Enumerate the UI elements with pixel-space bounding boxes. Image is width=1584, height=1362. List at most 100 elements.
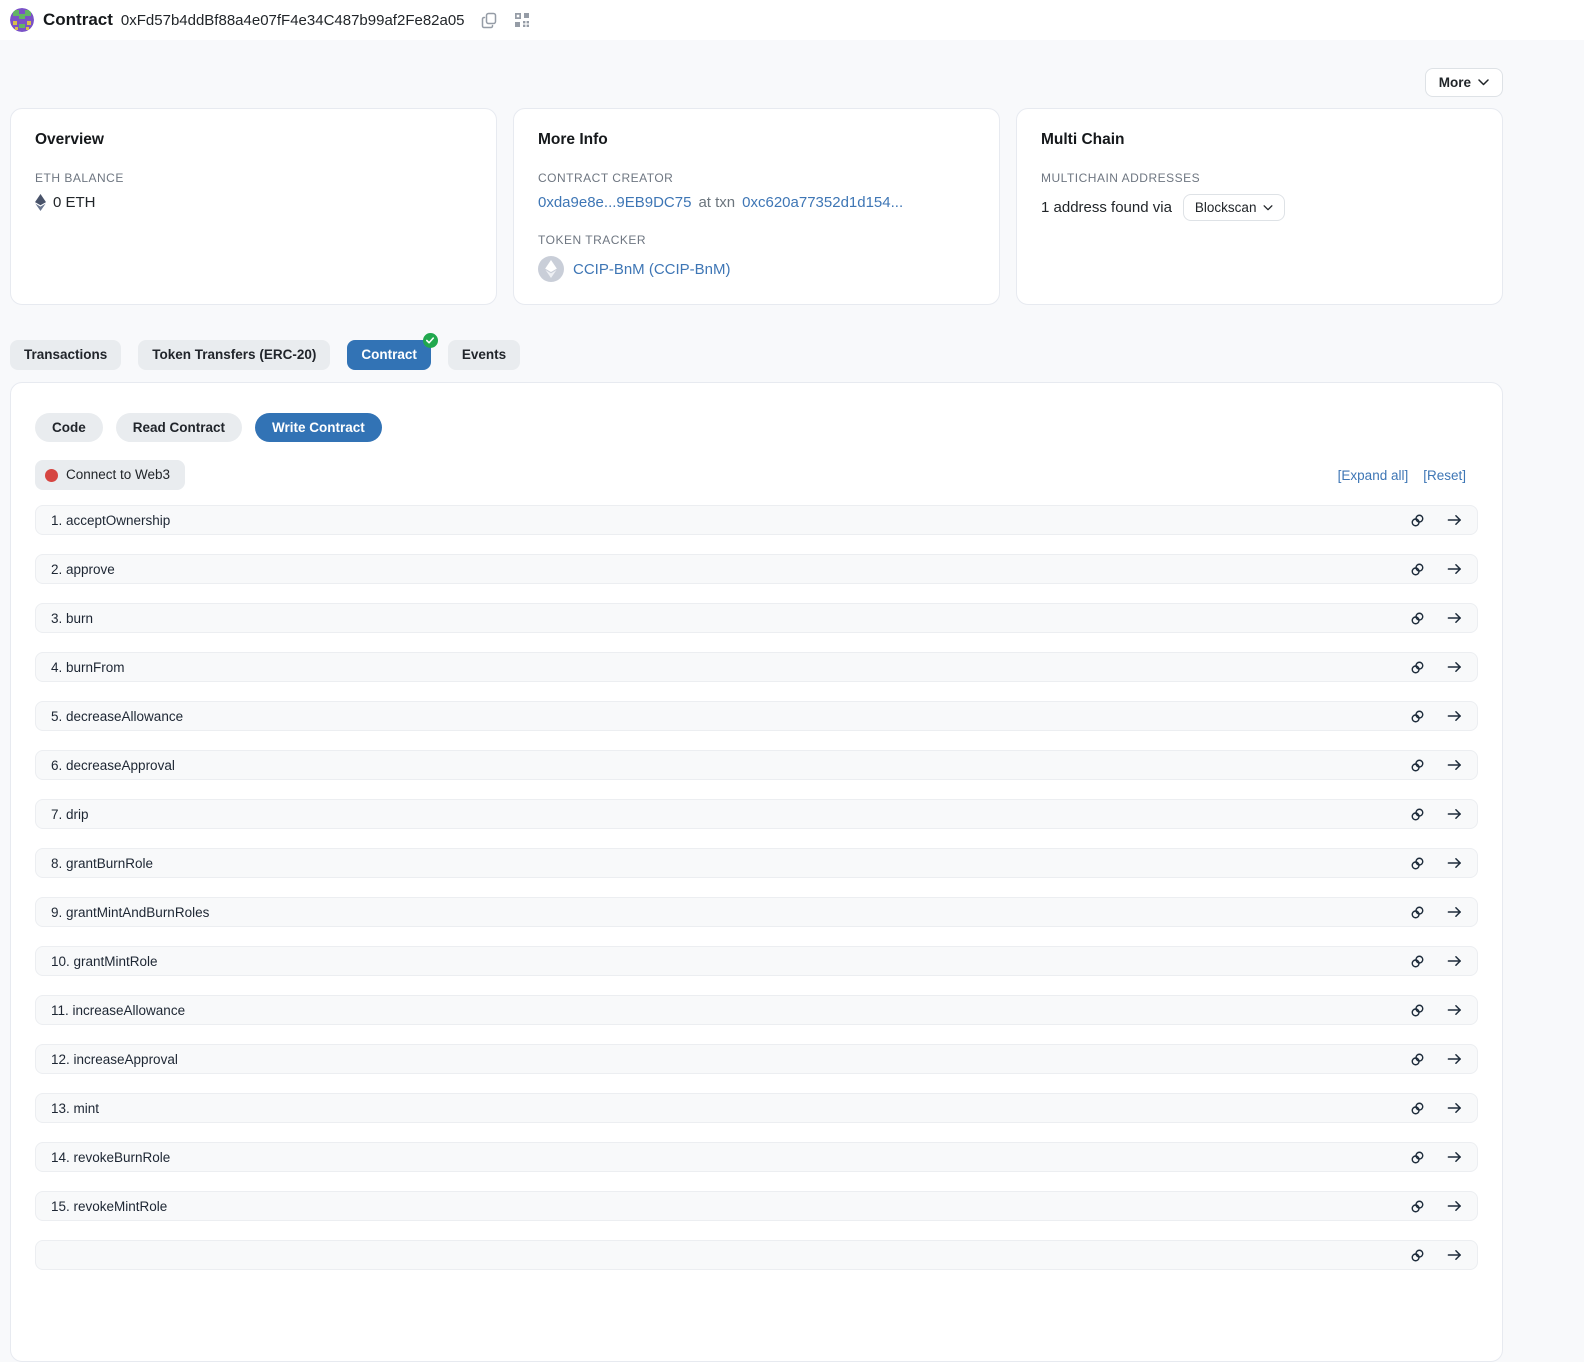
main-tabs: Transactions Token Transfers (ERC-20) Co… bbox=[10, 340, 1503, 370]
method-row[interactable]: 1. acceptOwnership bbox=[35, 505, 1478, 535]
method-row[interactable]: 13. mint bbox=[35, 1093, 1478, 1123]
page-title: Contract bbox=[43, 10, 113, 30]
contract-subtabs: Code Read Contract Write Contract bbox=[35, 413, 1478, 443]
method-expand-arrow-icon[interactable] bbox=[1447, 513, 1462, 527]
more-button[interactable]: More bbox=[1425, 68, 1503, 97]
subtab-code[interactable]: Code bbox=[35, 413, 103, 443]
reset-link[interactable]: [Reset] bbox=[1423, 468, 1466, 483]
method-permalink-icon[interactable] bbox=[1410, 660, 1425, 675]
method-row[interactable]: 8. grantBurnRole bbox=[35, 848, 1478, 878]
method-expand-arrow-icon[interactable] bbox=[1447, 562, 1462, 576]
method-expand-arrow-icon[interactable] bbox=[1447, 660, 1462, 674]
method-permalink-icon[interactable] bbox=[1410, 1150, 1425, 1165]
token-logo-icon bbox=[538, 256, 564, 282]
method-permalink-icon[interactable] bbox=[1410, 1101, 1425, 1116]
method-expand-arrow-icon[interactable] bbox=[1447, 954, 1462, 968]
creator-connector-text: at txn bbox=[698, 194, 735, 211]
method-row[interactable]: 9. grantMintAndBurnRoles bbox=[35, 897, 1478, 927]
expand-all-link[interactable]: [Expand all] bbox=[1338, 468, 1409, 483]
method-expand-arrow-icon[interactable] bbox=[1447, 1248, 1462, 1262]
method-name: 8. grantBurnRole bbox=[51, 856, 1410, 871]
eth-balance-label: ETH BALANCE bbox=[35, 171, 472, 185]
method-row-partial[interactable] bbox=[35, 1240, 1478, 1270]
method-row[interactable]: 2. approve bbox=[35, 554, 1478, 584]
token-tracker-link[interactable]: CCIP-BnM (CCIP-BnM) bbox=[573, 261, 731, 278]
method-expand-arrow-icon[interactable] bbox=[1447, 709, 1462, 723]
method-permalink-icon[interactable] bbox=[1410, 954, 1425, 969]
method-expand-arrow-icon[interactable] bbox=[1447, 807, 1462, 821]
method-expand-arrow-icon[interactable] bbox=[1447, 758, 1462, 772]
method-row[interactable]: 4. burnFrom bbox=[35, 652, 1478, 682]
method-expand-arrow-icon[interactable] bbox=[1447, 1003, 1462, 1017]
creator-address-link[interactable]: 0xda9e8e...9EB9DC75 bbox=[538, 194, 691, 211]
method-permalink-icon[interactable] bbox=[1410, 1052, 1425, 1067]
contract-panel: Code Read Contract Write Contract Connec… bbox=[10, 382, 1503, 1362]
copy-address-icon[interactable] bbox=[481, 12, 498, 29]
method-name: 12. increaseApproval bbox=[51, 1052, 1410, 1067]
method-row[interactable]: 11. increaseAllowance bbox=[35, 995, 1478, 1025]
method-expand-arrow-icon[interactable] bbox=[1447, 905, 1462, 919]
multichain-card: Multi Chain MULTICHAIN ADDRESSES 1 addre… bbox=[1016, 108, 1503, 305]
connect-to-web3-button[interactable]: Connect to Web3 bbox=[35, 460, 185, 490]
tab-events[interactable]: Events bbox=[448, 340, 520, 370]
eth-balance-value: 0 ETH bbox=[53, 194, 96, 211]
contract-creator-label: CONTRACT CREATOR bbox=[538, 171, 975, 185]
more-button-label: More bbox=[1439, 75, 1471, 90]
method-name: 15. revokeMintRole bbox=[51, 1199, 1410, 1214]
tab-transactions[interactable]: Transactions bbox=[10, 340, 121, 370]
connect-to-web3-label: Connect to Web3 bbox=[66, 467, 170, 483]
tab-token-transfers[interactable]: Token Transfers (ERC-20) bbox=[138, 340, 330, 370]
contract-address: 0xFd57b4ddBf88a4e07fF4e34C487b99af2Fe82a… bbox=[121, 12, 465, 29]
method-permalink-icon[interactable] bbox=[1410, 1003, 1425, 1018]
tab-contract[interactable]: Contract bbox=[347, 340, 431, 370]
method-permalink-icon[interactable] bbox=[1410, 1199, 1425, 1214]
method-row[interactable]: 3. burn bbox=[35, 603, 1478, 633]
method-row[interactable]: 12. increaseApproval bbox=[35, 1044, 1478, 1074]
qr-code-icon[interactable] bbox=[514, 12, 530, 28]
more-info-card-title: More Info bbox=[538, 131, 975, 149]
contract-blockie-avatar bbox=[10, 8, 34, 32]
method-name: 14. revokeBurnRole bbox=[51, 1150, 1410, 1165]
method-permalink-icon[interactable] bbox=[1410, 905, 1425, 920]
method-permalink-icon[interactable] bbox=[1410, 709, 1425, 724]
write-methods-list: 1. acceptOwnership 2. approve 3. burn bbox=[35, 505, 1478, 1270]
method-expand-arrow-icon[interactable] bbox=[1447, 1199, 1462, 1213]
method-expand-arrow-icon[interactable] bbox=[1447, 1101, 1462, 1115]
method-expand-arrow-icon[interactable] bbox=[1447, 1052, 1462, 1066]
method-row[interactable]: 15. revokeMintRole bbox=[35, 1191, 1478, 1221]
method-name: 3. burn bbox=[51, 611, 1410, 626]
method-row[interactable]: 7. drip bbox=[35, 799, 1478, 829]
method-permalink-icon[interactable] bbox=[1410, 611, 1425, 626]
method-row[interactable]: 6. decreaseApproval bbox=[35, 750, 1478, 780]
method-row[interactable]: 10. grantMintRole bbox=[35, 946, 1478, 976]
creator-txn-link[interactable]: 0xc620a77352d1d154... bbox=[742, 194, 903, 211]
blockscan-dropdown-label: Blockscan bbox=[1195, 200, 1257, 215]
method-permalink-icon[interactable] bbox=[1410, 856, 1425, 871]
method-permalink-icon[interactable] bbox=[1410, 1248, 1425, 1263]
method-expand-arrow-icon[interactable] bbox=[1447, 611, 1462, 625]
method-expand-arrow-icon[interactable] bbox=[1447, 856, 1462, 870]
subtab-read-contract[interactable]: Read Contract bbox=[116, 413, 242, 443]
blockscan-dropdown[interactable]: Blockscan bbox=[1183, 194, 1286, 221]
method-permalink-icon[interactable] bbox=[1410, 807, 1425, 822]
method-name: 6. decreaseApproval bbox=[51, 758, 1410, 773]
multichain-card-title: Multi Chain bbox=[1041, 131, 1478, 149]
method-name: 9. grantMintAndBurnRoles bbox=[51, 905, 1410, 920]
method-expand-arrow-icon[interactable] bbox=[1447, 1150, 1462, 1164]
token-tracker-label: TOKEN TRACKER bbox=[538, 233, 975, 247]
ethereum-icon bbox=[35, 194, 46, 211]
method-permalink-icon[interactable] bbox=[1410, 562, 1425, 577]
multichain-found-text: 1 address found via bbox=[1041, 199, 1172, 216]
method-permalink-icon[interactable] bbox=[1410, 513, 1425, 528]
more-info-card: More Info CONTRACT CREATOR 0xda9e8e...9E… bbox=[513, 108, 1000, 305]
chevron-down-icon bbox=[1478, 79, 1489, 86]
topbar: Contract 0xFd57b4ddBf88a4e07fF4e34C487b9… bbox=[0, 0, 1584, 40]
method-row[interactable]: 14. revokeBurnRole bbox=[35, 1142, 1478, 1172]
method-permalink-icon[interactable] bbox=[1410, 758, 1425, 773]
method-row[interactable]: 5. decreaseAllowance bbox=[35, 701, 1478, 731]
subtab-write-contract[interactable]: Write Contract bbox=[255, 413, 382, 443]
method-name: 4. burnFrom bbox=[51, 660, 1410, 675]
overview-card-title: Overview bbox=[35, 131, 472, 149]
method-name: 1. acceptOwnership bbox=[51, 513, 1410, 528]
connection-status-dot-icon bbox=[45, 469, 58, 482]
